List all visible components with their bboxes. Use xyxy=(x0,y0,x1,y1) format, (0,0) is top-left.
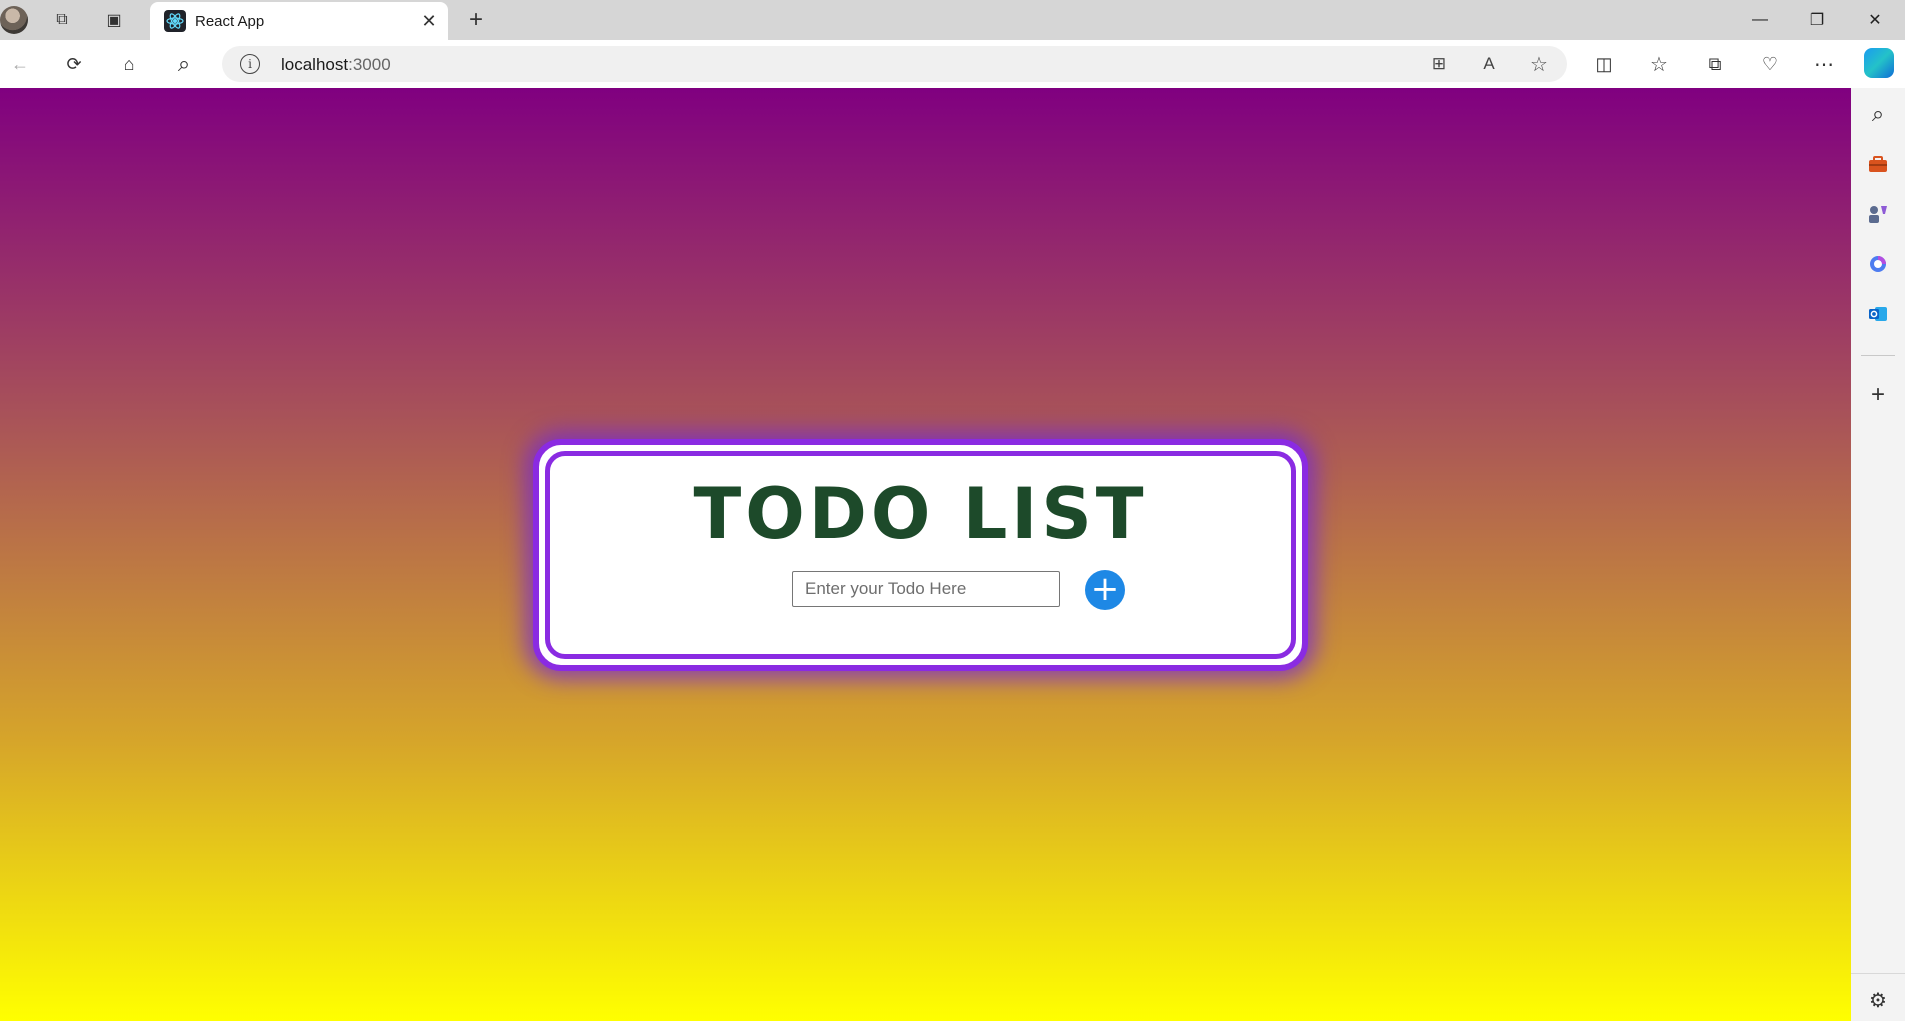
restore-button[interactable]: ❐ xyxy=(1797,4,1837,36)
page-title: TODO LIST xyxy=(693,473,1148,555)
settings-icon[interactable]: ⚙ xyxy=(1865,987,1891,1013)
more-options-icon[interactable]: ⋯ xyxy=(1809,50,1839,78)
back-icon[interactable]: ← xyxy=(6,50,34,78)
apps-icon[interactable]: ⊞ xyxy=(1425,50,1453,78)
url-text[interactable]: localhost:3000 xyxy=(281,55,391,75)
outlook-icon[interactable] xyxy=(1865,301,1891,327)
plus-icon: + xyxy=(1090,568,1120,609)
navigation-bar: ← ⟳ ⌂ ⌕ i localhost:3000 ⊞ A ☆ ◫ ☆ ⧉ ♡ ⋯ xyxy=(0,40,1905,88)
toolbox-icon[interactable] xyxy=(1865,151,1891,177)
workspaces-icon[interactable]: ⧉ xyxy=(48,6,76,34)
site-info-icon[interactable]: i xyxy=(240,54,260,74)
minimize-button[interactable]: — xyxy=(1740,4,1780,36)
browser-essentials-icon[interactable]: ♡ xyxy=(1755,50,1785,78)
profile-avatar[interactable] xyxy=(0,6,28,34)
sidebar-bottom-separator xyxy=(1851,973,1905,974)
favorites-icon[interactable]: ☆ xyxy=(1644,50,1674,78)
favorite-star-icon[interactable]: ☆ xyxy=(1525,50,1553,78)
tab-strip: ⧉ ▣ React App ✕ + — ❐ ✕ xyxy=(0,0,1905,40)
sidebar-separator xyxy=(1861,355,1895,356)
add-icon[interactable]: + xyxy=(1865,381,1891,408)
games-icon[interactable] xyxy=(1865,201,1891,227)
todo-card: TODO LIST + xyxy=(533,439,1308,671)
tab-title: React App xyxy=(195,13,265,30)
url-host: localhost xyxy=(281,55,349,74)
home-icon[interactable]: ⌂ xyxy=(115,50,143,78)
add-todo-button[interactable]: + xyxy=(1085,570,1125,610)
tab-actions-icon[interactable]: ▣ xyxy=(100,6,128,34)
refresh-icon[interactable]: ⟳ xyxy=(60,50,88,78)
copilot-icon[interactable] xyxy=(1864,48,1894,78)
search-icon[interactable]: ⌕ xyxy=(170,50,198,78)
sidebar-search-icon[interactable]: ⌕ xyxy=(1865,101,1891,127)
read-aloud-icon[interactable]: A xyxy=(1475,50,1503,78)
edge-sidebar: ⌕ + ⚙ xyxy=(1851,88,1905,1021)
url-port: :3000 xyxy=(348,55,391,74)
page-viewport: TODO LIST + xyxy=(0,88,1851,1021)
new-tab-button[interactable]: + xyxy=(462,6,490,34)
react-favicon-icon xyxy=(164,10,186,32)
tab-close-icon[interactable]: ✕ xyxy=(418,10,440,32)
close-window-button[interactable]: ✕ xyxy=(1855,4,1895,36)
office-icon[interactable] xyxy=(1865,251,1891,277)
todo-input[interactable] xyxy=(792,571,1060,607)
tab-react-app[interactable]: React App ✕ xyxy=(150,2,448,40)
address-bar[interactable]: i localhost:3000 ⊞ A ☆ xyxy=(222,46,1567,82)
collections-icon[interactable]: ⧉ xyxy=(1700,50,1730,78)
split-screen-icon[interactable]: ◫ xyxy=(1589,50,1619,78)
